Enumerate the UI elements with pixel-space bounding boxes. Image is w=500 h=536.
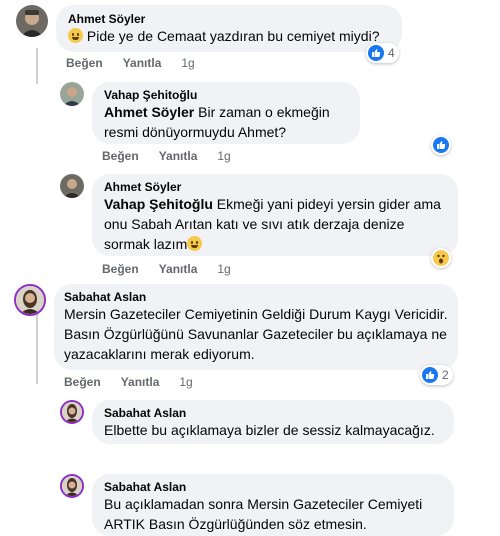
comment-author[interactable]: Ahmet Söyler — [104, 180, 446, 194]
reply-comment: Ahmet Söyler Vahap Şehitoğlu Ekmeği yani… — [0, 170, 500, 280]
reply-button[interactable]: Yanıtla — [121, 375, 160, 389]
laughing-emoji-icon — [68, 28, 83, 43]
laughing-emoji-icon — [187, 236, 203, 251]
comment: Sabahat Aslan Mersin Gazeteciler Cemiyet… — [0, 280, 500, 395]
avatar[interactable] — [14, 284, 46, 316]
like-button[interactable]: Beğen — [102, 149, 139, 163]
comment-bubble: Sabahat Aslan Elbette bu açıklamaya bizl… — [92, 400, 454, 444]
timestamp[interactable]: 1g — [217, 262, 230, 276]
comment-text: Elbette bu açıklamaya bizler de sessiz k… — [104, 422, 435, 438]
comment: Ahmet Söyler Pide ye de Cemaat yazdıran … — [0, 0, 500, 80]
comment-text: Pide ye de Cemaat yazdıran bu cemiyet mi… — [86, 28, 380, 44]
like-icon — [422, 367, 438, 383]
like-icon — [368, 45, 384, 61]
reaction-summary[interactable] — [431, 135, 451, 155]
comment-text: Mersin Gazeteciler Cemiyetinin Geldiği D… — [64, 306, 448, 362]
comment-actions: Beğen Yanıtla 1g — [66, 56, 215, 70]
reaction-summary[interactable]: 2 — [420, 365, 453, 385]
comment-text: Bu açıklamadan sonra Mersin Gazeteciler … — [104, 496, 423, 532]
comment-text-wrap: Vahap Şehitoğlu Ekmeği yani pideyi yersi… — [104, 194, 446, 254]
comment-bubble: Sabahat Aslan Mersin Gazeteciler Cemiyet… — [54, 284, 458, 370]
comment-bubble: Vahap Şehitoğlu Ahmet Söyler Bir zaman o… — [92, 82, 360, 144]
comment-actions: Beğen Yanıtla 1g — [102, 262, 251, 276]
mention-link[interactable]: Ahmet Söyler — [104, 104, 194, 120]
comment-bubble: Ahmet Söyler Vahap Şehitoğlu Ekmeği yani… — [92, 174, 458, 256]
reply-button[interactable]: Yanıtla — [123, 56, 162, 70]
comment-actions: Beğen Yanıtla 1g — [64, 375, 213, 389]
comment-author[interactable]: Sabahat Aslan — [104, 480, 442, 494]
reply-comment: Sabahat Aslan Elbette bu açıklamaya bizl… — [0, 396, 500, 466]
mention-link[interactable]: Vahap Şehitoğlu — [104, 196, 213, 212]
reply-comment: Sabahat Aslan Bu açıklamadan sonra Mersi… — [0, 470, 500, 536]
reaction-summary[interactable] — [431, 248, 451, 268]
comment-bubble: Sabahat Aslan Bu açıklamadan sonra Mersi… — [92, 474, 454, 536]
timestamp[interactable]: 1g — [181, 56, 194, 70]
comment-bubble: Ahmet Söyler Pide ye de Cemaat yazdıran … — [56, 5, 402, 52]
like-button[interactable]: Beğen — [66, 56, 103, 70]
avatar[interactable] — [16, 5, 48, 37]
reply-button[interactable]: Yanıtla — [159, 262, 198, 276]
avatar[interactable] — [60, 400, 84, 424]
comment-actions: Beğen Yanıtla 1g — [102, 149, 251, 163]
timestamp[interactable]: 1g — [217, 149, 230, 163]
wow-icon — [433, 250, 449, 266]
like-button[interactable]: Beğen — [102, 262, 139, 276]
comment-text-wrap: Pide ye de Cemaat yazdıran bu cemiyet mi… — [68, 26, 390, 46]
comment-author[interactable]: Ahmet Söyler — [68, 12, 390, 26]
comment-text-wrap: Ahmet Söyler Bir zaman o ekmeğin resmi d… — [104, 102, 348, 142]
reaction-count: 2 — [442, 368, 449, 382]
timestamp[interactable]: 1g — [179, 375, 192, 389]
reply-comment: Vahap Şehitoğlu Ahmet Söyler Bir zaman o… — [0, 78, 500, 168]
reaction-count: 4 — [388, 46, 395, 60]
avatar[interactable] — [60, 174, 84, 198]
comment-author[interactable]: Sabahat Aslan — [64, 290, 448, 304]
avatar[interactable] — [60, 82, 84, 106]
reaction-summary[interactable]: 4 — [366, 43, 399, 63]
like-button[interactable]: Beğen — [64, 375, 101, 389]
avatar[interactable] — [60, 474, 84, 498]
reply-button[interactable]: Yanıtla — [159, 149, 198, 163]
like-icon — [433, 137, 449, 153]
comment-author[interactable]: Sabahat Aslan — [104, 406, 442, 420]
comment-author[interactable]: Vahap Şehitoğlu — [104, 88, 348, 102]
